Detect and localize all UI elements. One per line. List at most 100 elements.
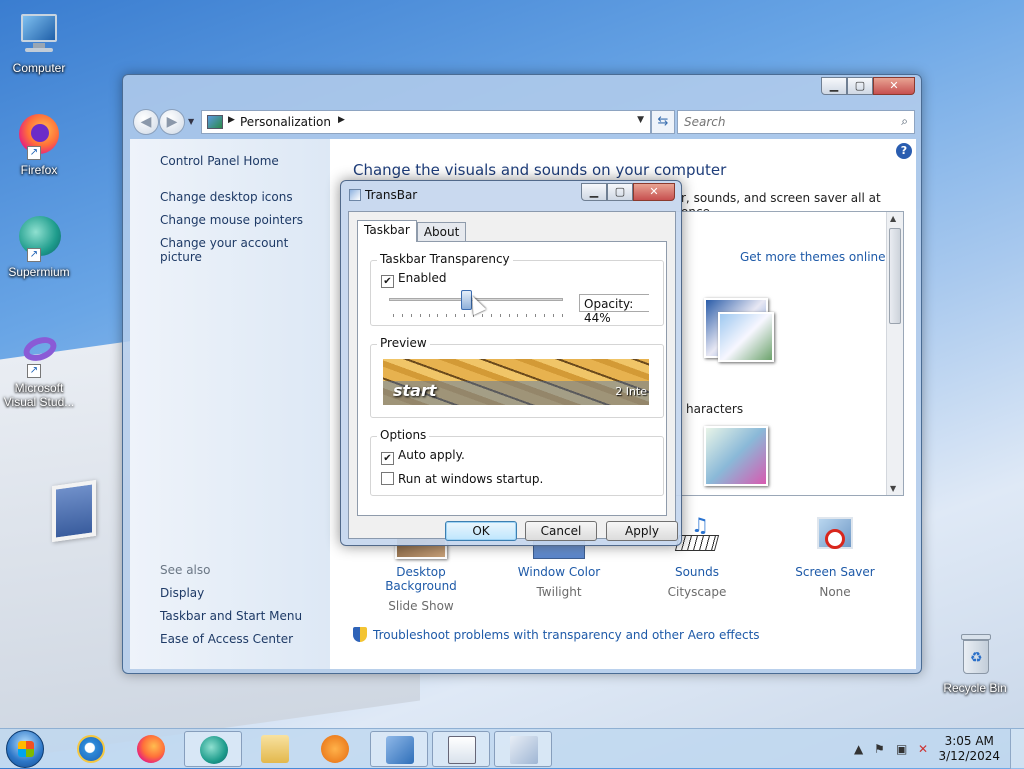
taskbar-supermium[interactable]: [184, 731, 242, 767]
search-input[interactable]: [682, 112, 882, 132]
screen-saver-item[interactable]: Screen Saver None: [775, 515, 895, 599]
preview-tray-text: 2 Inte: [615, 385, 647, 398]
network-icon[interactable]: ▣: [896, 742, 907, 756]
desktop-icon-recycle-bin[interactable]: ♻ Recycle Bin: [937, 630, 1013, 695]
wallpaper-window: [52, 479, 96, 543]
breadcrumb-personalization[interactable]: Personalization: [240, 115, 331, 129]
supermium-icon: ↗: [15, 214, 63, 262]
link-taskbar-start-menu[interactable]: Taskbar and Start Menu: [160, 609, 302, 623]
dialog-maximize-button[interactable]: ▢: [607, 183, 633, 201]
auto-apply-checkbox[interactable]: ✔ Auto apply.: [381, 448, 465, 465]
search-icon[interactable]: ⌕: [901, 114, 908, 129]
breadcrumb-arrow-icon[interactable]: ▶: [338, 115, 345, 125]
screen-saver-value: None: [819, 585, 851, 599]
help-icon[interactable]: ?: [896, 143, 912, 159]
taskbar-internet-explorer[interactable]: [62, 731, 120, 767]
recent-pages-icon[interactable]: ▼: [188, 117, 194, 126]
taskbar: ▲ ⚑ ▣ ✕ 3:05 AM 3/12/2024: [0, 728, 1024, 769]
screen-saver-label[interactable]: Screen Saver: [775, 565, 895, 579]
tab-about[interactable]: About: [416, 222, 467, 242]
link-change-mouse-pointers[interactable]: Change mouse pointers: [160, 213, 303, 227]
scroll-thumb[interactable]: [889, 228, 901, 324]
transbar-icon: [510, 736, 538, 764]
link-control-panel-home[interactable]: Control Panel Home: [160, 154, 279, 168]
link-ease-of-access[interactable]: Ease of Access Center: [160, 632, 293, 646]
desktop-icon-label: Computer: [12, 61, 66, 75]
checkbox-checked-icon[interactable]: ✔: [381, 452, 394, 465]
window-color-label[interactable]: Window Color: [499, 565, 619, 579]
slider-ticks: [393, 314, 563, 318]
checkbox-checked-icon[interactable]: ✔: [381, 275, 394, 288]
clock-date: 3/12/2024: [938, 749, 1000, 763]
transbar-app-icon: [349, 189, 361, 201]
enabled-checkbox[interactable]: ✔ Enabled: [381, 271, 447, 288]
taskbar-preview-image: start 2 Inte: [383, 359, 649, 405]
taskbar-explorer[interactable]: [246, 731, 304, 767]
desktop-icon-visual-studio[interactable]: ↗ Microsoft Visual Stud...: [1, 330, 77, 409]
taskbar-control-panel[interactable]: [370, 731, 428, 767]
link-change-desktop-icons[interactable]: Change desktop icons: [160, 190, 293, 204]
forward-button[interactable]: ▶: [159, 109, 185, 135]
scroll-up-icon[interactable]: ▲: [890, 214, 896, 223]
desktop-icon-supermium[interactable]: ↗ Supermium: [1, 214, 77, 279]
taskbar-notepad[interactable]: [432, 731, 490, 767]
left-pane: Control Panel Home Change desktop icons …: [130, 139, 330, 669]
refresh-icon[interactable]: ⇆: [651, 110, 675, 134]
scroll-down-icon[interactable]: ▼: [890, 484, 896, 493]
navigation-bar: ◀ ▶ ▼ ▶ Personalization ▶ ▼ ⇆ ⌕: [131, 107, 915, 135]
theme-name-characters: haracters: [686, 402, 744, 416]
clock-time: 3:05 AM: [944, 734, 994, 748]
dialog-minimize-button[interactable]: ▁: [581, 183, 607, 201]
tab-taskbar[interactable]: Taskbar: [357, 220, 417, 242]
cancel-button[interactable]: Cancel: [525, 521, 597, 541]
dialog-close-button[interactable]: ✕: [633, 183, 675, 201]
desktop-icon-firefox[interactable]: ↗ Firefox: [1, 112, 77, 177]
startup-checkbox[interactable]: Run at windows startup.: [381, 472, 543, 486]
minimize-button[interactable]: ▁: [821, 77, 847, 95]
desktop-background-value: Slide Show: [388, 599, 454, 613]
breadcrumb-arrow-icon[interactable]: ▶: [228, 115, 235, 125]
desktop-icon-label: Supermium: [8, 265, 70, 279]
sounds-value: Cityscape: [667, 585, 727, 599]
windows-logo-icon: [18, 741, 34, 757]
get-more-themes-link[interactable]: Get more themes online: [740, 250, 886, 264]
address-bar[interactable]: ▶ Personalization ▶ ▼: [201, 110, 651, 134]
link-display[interactable]: Display: [160, 586, 204, 600]
show-desktop-button[interactable]: [1010, 729, 1024, 769]
sounds-label[interactable]: Sounds: [637, 565, 757, 579]
taskbar-transbar[interactable]: [494, 731, 552, 767]
taskbar-firefox[interactable]: [122, 731, 180, 767]
dialog-tabs: Taskbar About: [357, 220, 467, 242]
clock[interactable]: 3:05 AM 3/12/2024: [938, 734, 1000, 764]
troubleshoot-text[interactable]: Troubleshoot problems with transparency …: [373, 628, 760, 642]
maximize-button[interactable]: ▢: [847, 77, 873, 95]
checkbox-unchecked-icon[interactable]: [381, 472, 394, 485]
options-group-title: Options: [377, 428, 430, 442]
ok-button[interactable]: OK: [445, 521, 517, 541]
dialog-body: Taskbar About Taskbar Transparency ✔ Enab…: [348, 211, 678, 541]
volume-muted-icon[interactable]: ✕: [918, 742, 928, 756]
apply-button[interactable]: Apply: [606, 521, 678, 541]
troubleshoot-link[interactable]: Troubleshoot problems with transparency …: [353, 627, 760, 642]
theme-thumbnail-next[interactable]: [684, 420, 784, 495]
transparency-group: Taskbar Transparency ✔ Enabled Opacity: 4…: [370, 252, 664, 326]
show-hidden-icons-icon[interactable]: ▲: [854, 742, 863, 756]
desktop-icon-label: Firefox: [20, 163, 58, 177]
search-box[interactable]: ⌕: [677, 110, 915, 134]
action-center-flag-icon[interactable]: ⚑: [874, 742, 885, 756]
back-button[interactable]: ◀: [133, 109, 159, 135]
desktop-icon-computer[interactable]: Computer: [1, 10, 77, 75]
internet-explorer-icon: [77, 735, 105, 763]
link-change-account-picture[interactable]: Change your account picture: [160, 236, 330, 264]
desktop-background-label[interactable]: Desktop Background: [361, 565, 481, 593]
taskbar-media-player[interactable]: [306, 731, 364, 767]
address-dropdown-icon[interactable]: ▼: [637, 115, 644, 125]
preview-group: Preview start 2 Inte: [370, 336, 664, 418]
close-button[interactable]: ✕: [873, 77, 915, 95]
dialog-window-controls: ▁ ▢ ✕: [581, 183, 675, 201]
themes-scrollbar[interactable]: ▲ ▼: [886, 212, 903, 495]
page-title: Change the visuals and sounds on your co…: [353, 161, 727, 179]
start-button[interactable]: [6, 730, 44, 768]
firefox-icon: [137, 735, 165, 763]
theme-thumbnail-characters[interactable]: [684, 294, 784, 374]
